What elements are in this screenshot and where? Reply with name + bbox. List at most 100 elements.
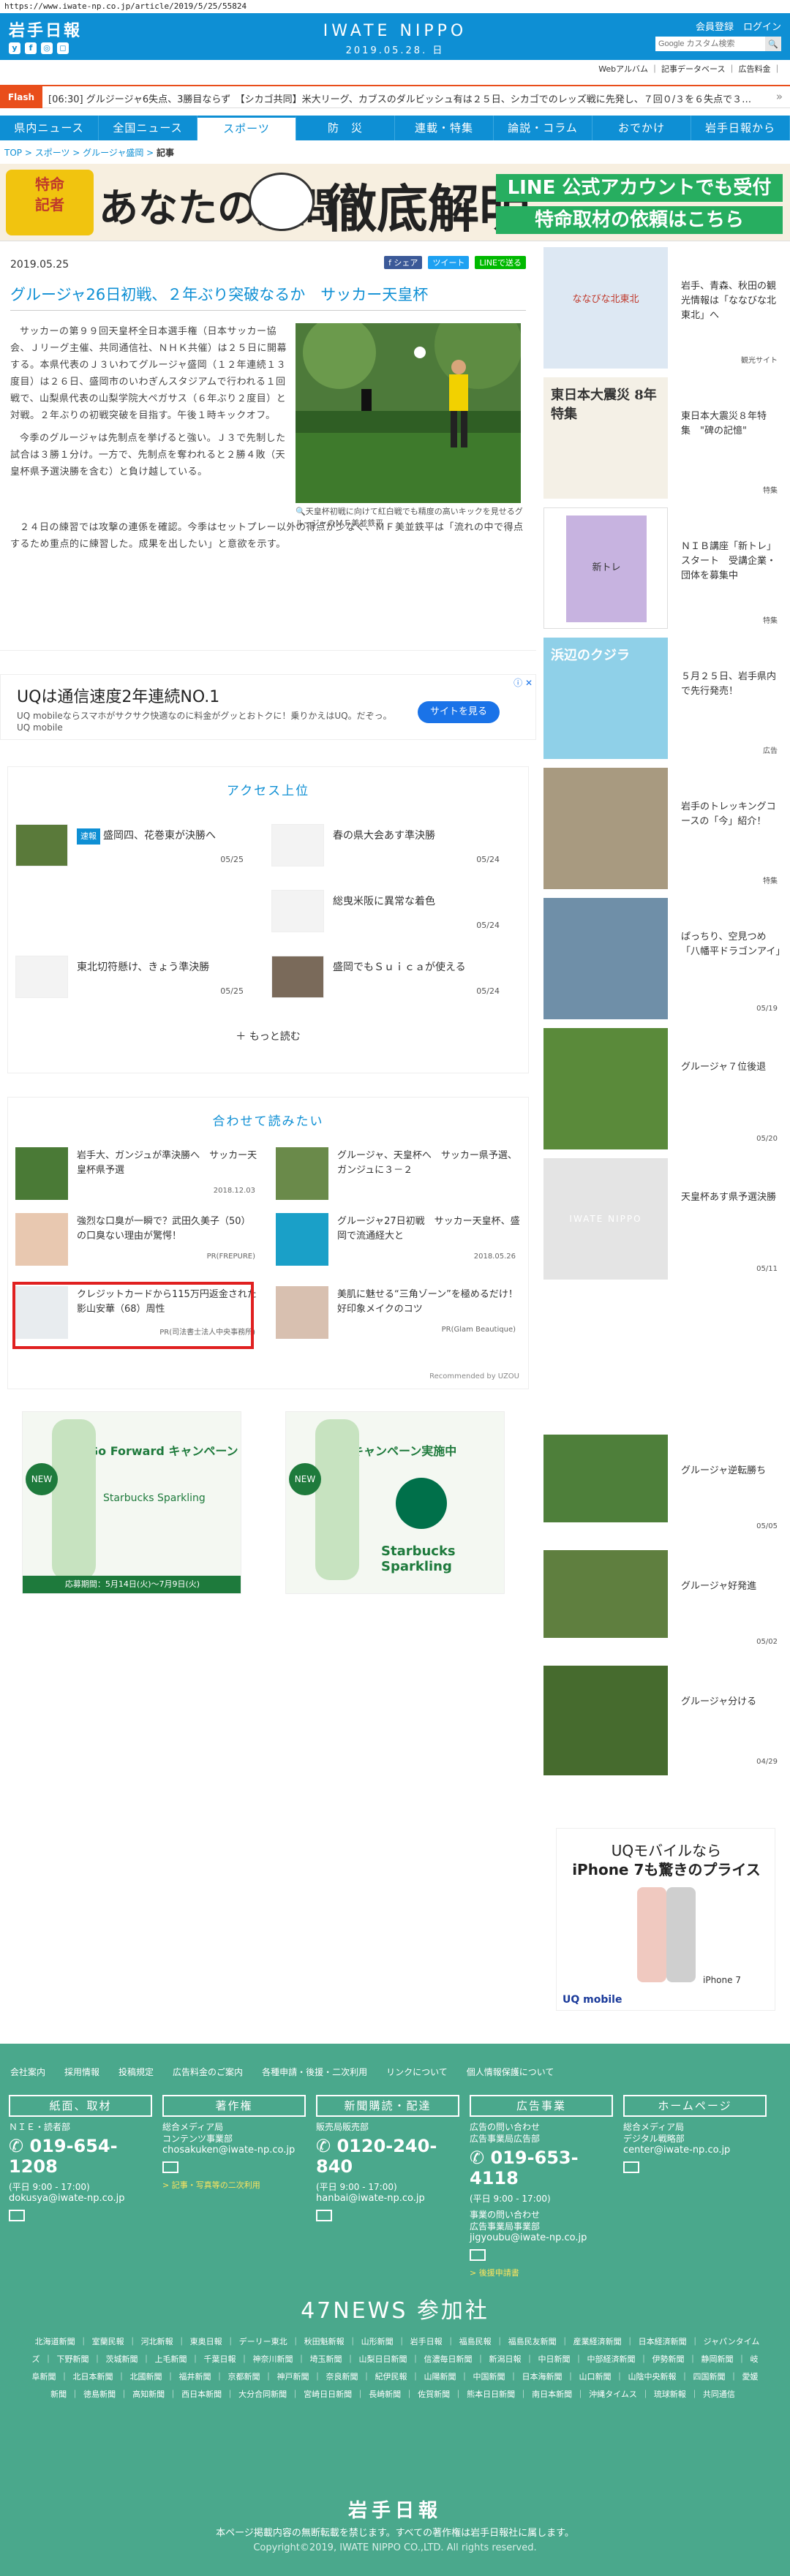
ad-close-icon[interactable]: ⓘ ✕ — [514, 676, 533, 689]
side-item[interactable]: ぱっちり、空見つめ「八幡平ドラゴンアイ」 05/19 — [543, 898, 785, 1022]
url-bar[interactable]: https://www.iwate-np.co.jp/article/2019/… — [0, 0, 790, 13]
member-paper-link[interactable]: 上毛新聞 — [151, 2354, 192, 2364]
phone-number[interactable]: ✆ 019-653-4118 — [470, 2148, 613, 2188]
line-account-button[interactable]: LINE 公式アカウントでも受付 — [496, 174, 783, 202]
email-address[interactable]: chosakuken@iwate-np.co.jp — [162, 2145, 306, 2156]
member-paper-link[interactable]: 琉球新報 — [650, 2390, 691, 2399]
member-paper-link[interactable]: 紀伊民報 — [371, 2372, 412, 2382]
uzou-credit[interactable]: Recommended by UZOU — [429, 1372, 519, 1380]
member-paper-link[interactable]: 河北新報 — [137, 2337, 178, 2346]
member-paper-link[interactable]: 北國新聞 — [126, 2372, 167, 2382]
member-paper-link[interactable]: 福島民友新聞 — [504, 2337, 561, 2346]
side-item[interactable]: 岩手のトレッキングコースの「今」紹介！ 特集 — [543, 768, 785, 892]
member-paper-link[interactable]: 南日本新聞 — [527, 2390, 576, 2399]
member-paper-link[interactable]: 熊本日日新聞 — [462, 2390, 519, 2399]
member-paper-link[interactable]: 北日本新聞 — [69, 2372, 118, 2382]
member-paper-link[interactable]: 山陰中央新報 — [624, 2372, 681, 2382]
member-paper-link[interactable]: 沖縄タイムス — [584, 2390, 642, 2399]
starbucks-ad[interactable]: Go Forward キャンペーン NEW Starbucks Sparklin… — [22, 1411, 241, 1594]
email-address[interactable]: center@iwate-np.co.jp — [623, 2145, 767, 2156]
member-paper-link[interactable]: 大分合同新聞 — [234, 2390, 291, 2399]
member-paper-link[interactable]: デーリー東北 — [235, 2337, 292, 2346]
recommend-item[interactable]: 岩手大、ガンジュが準決勝へ サッカー天皇杯県予選 2018.12.03 — [15, 1141, 261, 1204]
support-application-link[interactable]: > 後援申請書 — [470, 2267, 613, 2278]
ranking-item[interactable]: 総曳米阪に異常な着色 05/24 — [271, 884, 505, 938]
footer-link-privacy[interactable]: 個人情報保護について — [467, 2066, 554, 2078]
mail-icon[interactable] — [9, 2210, 25, 2221]
facebook-share-button[interactable]: f シェア — [384, 256, 423, 269]
side-item[interactable]: 浜辺のクジラ ５月２５日、岩手県内で先行発売！ 広告 — [543, 638, 785, 762]
starbucks-ad[interactable]: キャンペーン実施中 NEW Starbucks Sparkling — [285, 1411, 505, 1594]
ad-cta-button[interactable]: サイトを見る — [418, 701, 500, 723]
tweet-button[interactable]: ツイート — [428, 256, 470, 269]
footer-link-recruit[interactable]: 採用情報 — [64, 2066, 99, 2078]
recommend-item[interactable]: グルージャ、天皇杯へ サッカー県予選、ガンジュに３－２ — [276, 1141, 522, 1204]
breadcrumb-sports[interactable]: スポーツ — [35, 148, 70, 158]
member-paper-link[interactable]: 静岡新聞 — [697, 2354, 738, 2364]
member-paper-link[interactable]: 高知新聞 — [128, 2390, 169, 2399]
member-paper-link[interactable]: 神奈川新聞 — [249, 2354, 298, 2364]
member-paper-link[interactable]: 福島民報 — [455, 2337, 496, 2346]
facebook-icon[interactable]: f — [25, 42, 37, 54]
zoom-icon[interactable]: 🔍 — [296, 507, 306, 516]
secondary-use-link[interactable]: > 記事・写真等の二次利用 — [162, 2179, 306, 2191]
member-paper-link[interactable]: 室蘭民報 — [88, 2337, 129, 2346]
member-paper-link[interactable]: 埼玉新聞 — [306, 2354, 347, 2364]
member-paper-link[interactable]: 茨城新聞 — [102, 2354, 143, 2364]
breadcrumb-grulla[interactable]: グルージャ盛岡 — [83, 148, 143, 158]
member-paper-link[interactable]: 宮崎日日新聞 — [299, 2390, 356, 2399]
nav-from-nippo[interactable]: 岩手日報から — [691, 116, 790, 140]
side-item[interactable]: ななびな北東北 岩手、青森、秋田の観光情報は「ななびな北東北」へ 観光サイト — [543, 247, 785, 371]
breadcrumb-top[interactable]: TOP — [4, 148, 22, 158]
member-paper-link[interactable]: 山口新聞 — [575, 2372, 616, 2382]
side-item[interactable]: グルージャ分ける 04/29 — [543, 1666, 785, 1775]
member-paper-link[interactable]: 中部経済新聞 — [583, 2354, 640, 2364]
footer-link-company[interactable]: 会社案内 — [10, 2066, 45, 2078]
member-paper-link[interactable]: 下野新聞 — [53, 2354, 94, 2364]
member-paper-link[interactable]: 千葉日報 — [200, 2354, 241, 2364]
ranking-item[interactable]: 盛岡でもＳｕｉｃａが使える 05/24 — [271, 950, 505, 1004]
member-paper-link[interactable]: 産業経済新聞 — [569, 2337, 626, 2346]
member-paper-link[interactable]: 岩手日報 — [406, 2337, 447, 2346]
mail-icon[interactable] — [470, 2249, 486, 2261]
recommend-item[interactable]: グルージャ27日初戦 サッカー天皇杯、盛岡で流通経大と 2018.05.26 — [276, 1207, 522, 1270]
member-paper-link[interactable]: 福井新聞 — [175, 2372, 216, 2382]
footer-link-ad-rates[interactable]: 広告料金のご案内 — [173, 2066, 243, 2078]
side-item[interactable]: IWATE NIPPO 天皇杯あす県予選決勝 05/11 — [543, 1158, 785, 1283]
member-paper-link[interactable]: 秋田魁新報 — [300, 2337, 349, 2346]
member-paper-link[interactable]: 徳島新聞 — [79, 2390, 120, 2399]
more-button[interactable]: ＋ もっと読む — [8, 1029, 528, 1043]
member-paper-link[interactable]: 奈良新聞 — [322, 2372, 363, 2382]
member-paper-link[interactable]: 四国新聞 — [689, 2372, 730, 2382]
member-paper-link[interactable]: 佐賀新聞 — [413, 2390, 454, 2399]
nav-national-news[interactable]: 全国ニュース — [99, 116, 198, 140]
member-paper-link[interactable]: 信濃毎日新聞 — [420, 2354, 477, 2364]
search-input[interactable] — [655, 37, 765, 51]
nav-sports[interactable]: スポーツ — [198, 116, 296, 140]
footer-link-applications[interactable]: 各種申請・後援・二次利用 — [262, 2066, 367, 2078]
email-address[interactable]: dokusya@iwate-np.co.jp — [9, 2193, 152, 2204]
youtube-icon[interactable]: y — [9, 42, 20, 54]
member-links[interactable]: 会員登録 ログイン — [696, 19, 781, 33]
member-paper-link[interactable]: 京都新聞 — [224, 2372, 265, 2382]
footer-link-linking[interactable]: リンクについて — [386, 2066, 448, 2078]
member-paper-link[interactable]: 山形新聞 — [357, 2337, 398, 2346]
member-paper-link[interactable]: 東奥日報 — [186, 2337, 227, 2346]
member-paper-link[interactable]: 中国新聞 — [469, 2372, 510, 2382]
email-address[interactable]: hanbai@iwate-np.co.jp — [316, 2193, 459, 2204]
footer-link-rules[interactable]: 投稿規定 — [118, 2066, 154, 2078]
flash-text[interactable]: [06:30] グルジージャ6失点、3勝目ならず 【シカゴ共同】米大リーグ、カブ… — [48, 91, 770, 105]
member-paper-link[interactable]: 共同通信 — [699, 2390, 740, 2399]
ranking-item[interactable]: 春の県大会あす準決勝 05/24 — [271, 818, 505, 872]
recommend-item[interactable]: 美肌に魅せる“三角ゾーン”を極めるだけ！好印象メイクのコツ PR(Glam Be… — [276, 1280, 522, 1343]
member-paper-link[interactable]: 新潟日報 — [485, 2354, 526, 2364]
mail-icon[interactable] — [162, 2161, 178, 2173]
request-button[interactable]: 特命取材の依頼はこちら — [496, 206, 783, 234]
side-item[interactable]: 新トレ ＮＩＢ講座「新トレ」スタート 受講企業・団体を募集中 特集 — [543, 507, 785, 632]
member-paper-link[interactable]: 中日新聞 — [534, 2354, 575, 2364]
search-button[interactable]: 🔍 — [765, 37, 781, 51]
member-paper-link[interactable]: 伊勢新聞 — [648, 2354, 689, 2364]
line-icon[interactable]: ◻ — [57, 42, 69, 54]
member-paper-link[interactable]: 西日本新聞 — [177, 2390, 226, 2399]
member-paper-link[interactable]: 日本海新聞 — [518, 2372, 567, 2382]
